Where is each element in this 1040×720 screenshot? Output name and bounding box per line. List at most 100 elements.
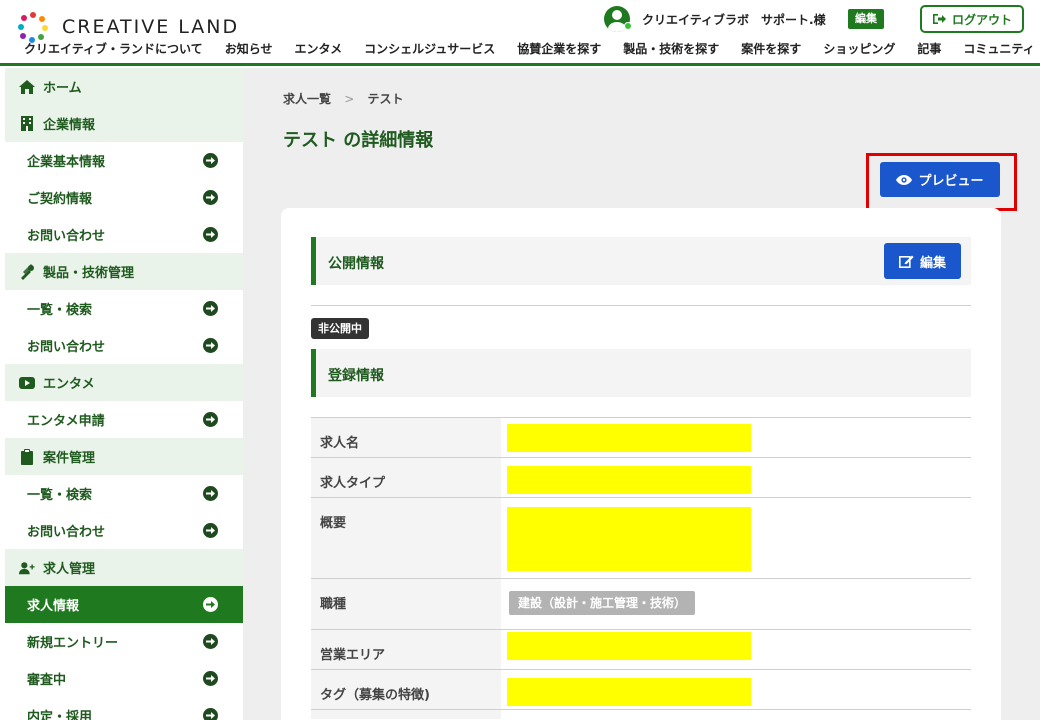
sidebar-item-new-entry[interactable]: 新規エントリー <box>5 623 243 660</box>
site-header: CREATIVE LAND クリエイティブラボ サポート.様 編集 ログアウト … <box>0 0 1040 66</box>
row-label: 職種 <box>311 579 501 629</box>
sidebar-item-projects-inquiry[interactable]: お問い合わせ <box>5 512 243 549</box>
breadcrumb-separator: > <box>344 92 355 106</box>
sidebar-item-products-inquiry[interactable]: お問い合わせ <box>5 327 243 364</box>
breadcrumb-job-list[interactable]: 求人一覧 <box>283 92 331 106</box>
sidebar-item-entertainment-apply[interactable]: エンタメ申請 <box>5 401 243 438</box>
sidebar-item-company[interactable]: 企業情報 <box>5 105 243 142</box>
nav-shopping[interactable]: ショッピング <box>823 40 895 57</box>
sidebar-item-recruit[interactable]: 求人管理 <box>5 549 243 586</box>
edit-mode-badge[interactable]: 編集 <box>848 9 884 29</box>
sign-out-icon <box>932 14 946 24</box>
arrow-right-circle-icon <box>203 190 218 205</box>
nav-sponsors[interactable]: 協賛企業を探す <box>517 40 601 57</box>
redacted-value <box>507 424 751 452</box>
logout-label: ログアウト <box>951 12 1012 27</box>
sidebar-item-company-basic[interactable]: 企業基本情報 <box>5 142 243 179</box>
user-area: クリエイティブラボ サポート.様 <box>604 6 826 32</box>
building-icon <box>19 116 35 132</box>
row-value: 建設（設計・施工管理・技術） <box>501 579 971 629</box>
sidebar-item-label: 求人管理 <box>43 562 96 577</box>
sidebar-item-label: 内定・採用 <box>27 710 93 720</box>
arrow-right-circle-icon <box>203 153 218 168</box>
row-label: 求人タイプ <box>311 458 501 497</box>
row-label: 概要 <box>311 498 501 578</box>
sidebar-item-label: 一覧・検索 <box>27 488 93 503</box>
sidebar-item-label: エンタメ <box>43 377 95 392</box>
arrow-right-circle-icon <box>203 597 218 612</box>
arrow-right-circle-icon <box>203 671 218 686</box>
online-status-icon <box>624 22 632 30</box>
nav-products[interactable]: 製品・技術を探す <box>623 40 719 57</box>
sidebar-item-label: 一覧・検索 <box>27 303 93 318</box>
sidebar-item-entertainment[interactable]: エンタメ <box>5 364 243 401</box>
sidebar-item-home[interactable]: ホーム <box>5 68 243 105</box>
logout-button[interactable]: ログアウト <box>920 5 1024 33</box>
edit-icon <box>898 255 914 268</box>
eye-icon <box>896 174 913 185</box>
section-title: 登録情報 <box>328 368 384 384</box>
nav-articles[interactable]: 記事 <box>917 40 941 57</box>
arrow-right-circle-icon <box>203 486 218 501</box>
table-row <box>311 709 971 719</box>
section-public-info: 公開情報 編集 <box>311 237 971 285</box>
sidebar-item-label: エンタメ申請 <box>27 414 105 429</box>
sidebar-item-offer-hire[interactable]: 内定・採用 <box>5 697 243 720</box>
sidebar-item-projects[interactable]: 案件管理 <box>5 438 243 475</box>
user-name: サポート.様 <box>761 12 826 27</box>
sidebar-item-label: 審査中 <box>27 673 67 688</box>
redacted-value <box>507 678 751 706</box>
breadcrumb-current: テスト <box>367 92 404 106</box>
sidebar-item-products[interactable]: 製品・技術管理 <box>5 253 243 290</box>
sidebar-item-label: 求人情報 <box>27 599 80 614</box>
sidebar-item-company-inquiry[interactable]: お問い合わせ <box>5 216 243 253</box>
table-row: 求人タイプ <box>311 457 971 497</box>
sidebar-item-label: 企業情報 <box>43 118 96 133</box>
sidebar-item-label: 案件管理 <box>43 451 96 466</box>
clipboard-icon <box>19 448 35 465</box>
logo-text: CREATIVE LAND <box>62 16 240 38</box>
sidebar-item-label: 企業基本情報 <box>27 155 106 170</box>
arrow-right-circle-icon <box>203 338 218 353</box>
section-register-info: 登録情報 <box>311 349 971 397</box>
section-title: 公開情報 <box>328 256 384 272</box>
edit-label: 編集 <box>919 255 946 271</box>
detail-card: 公開情報 編集 非公開中 登録情報 求人名 求人タイプ 概要 職種 建設（設計・… <box>281 208 1001 720</box>
sidebar-item-label: ホーム <box>43 81 82 96</box>
preview-label: プレビュー <box>918 174 984 189</box>
nav-concierge[interactable]: コンシェルジュサービス <box>364 40 495 57</box>
tools-icon <box>19 263 35 280</box>
arrow-right-circle-icon <box>203 523 218 538</box>
edit-button[interactable]: 編集 <box>884 243 961 279</box>
preview-button[interactable]: プレビュー <box>880 162 1000 197</box>
arrow-right-circle-icon <box>203 634 218 649</box>
sidebar-item-label: 製品・技術管理 <box>43 266 135 281</box>
row-label: タグ（募集の特徴) <box>311 670 501 709</box>
sidebar-item-contract[interactable]: ご契約情報 <box>5 179 243 216</box>
nav-entertainment[interactable]: エンタメ <box>294 40 342 57</box>
job-category-tag: 建設（設計・施工管理・技術） <box>509 591 696 615</box>
nav-community[interactable]: コミュニティ <box>963 40 1034 57</box>
page-title: テスト の詳細情報 <box>283 130 434 151</box>
sidebar-item-under-review[interactable]: 審査中 <box>5 660 243 697</box>
table-row: タグ（募集の特徴) <box>311 669 971 709</box>
user-plus-icon <box>19 560 35 576</box>
nav-news[interactable]: お知らせ <box>225 40 273 57</box>
detail-table: 求人名 求人タイプ 概要 職種 建設（設計・施工管理・技術） 営業エリア タグ（… <box>311 417 971 719</box>
breadcrumb: 求人一覧 > テスト <box>283 90 403 107</box>
site-logo[interactable]: CREATIVE LAND <box>18 12 240 43</box>
main-content: 求人一覧 > テスト テスト の詳細情報 プレビュー 公開情報 編集 非公開中 <box>243 68 1040 720</box>
sidebar-item-products-list[interactable]: 一覧・検索 <box>5 290 243 327</box>
logo-mark-icon <box>18 12 48 43</box>
row-value <box>501 670 971 709</box>
sidebar-item-projects-list[interactable]: 一覧・検索 <box>5 475 243 512</box>
nav-about[interactable]: クリエイティブ・ランドについて <box>24 40 203 57</box>
row-label: 求人名 <box>311 418 501 457</box>
user-company: クリエイティブラボ <box>642 12 750 27</box>
arrow-right-circle-icon <box>203 412 218 427</box>
status-badge: 非公開中 <box>311 318 369 339</box>
nav-projects[interactable]: 案件を探す <box>741 40 801 57</box>
sidebar-item-recruit-info[interactable]: 求人情報 <box>5 586 243 623</box>
video-icon <box>19 375 35 391</box>
redacted-value <box>507 466 751 494</box>
